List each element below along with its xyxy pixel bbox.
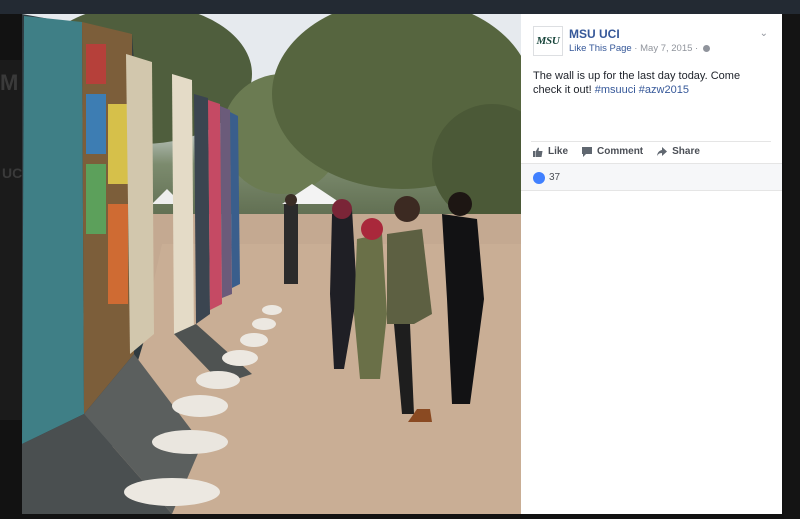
hashtag-link[interactable]: #msuuci <box>595 84 636 96</box>
background-page-left: M UC <box>0 60 22 420</box>
background-text-2: UC <box>2 165 23 181</box>
chevron-down-icon[interactable]: ⌄ <box>760 28 768 39</box>
photo-scene <box>22 14 521 514</box>
post-date[interactable]: May 7, 2015 <box>640 43 692 54</box>
top-navigation-bar <box>0 0 800 14</box>
post-actions: Like Comment Share <box>533 146 700 157</box>
background-text-1: M <box>0 70 19 95</box>
thumbs-up-icon <box>533 147 543 157</box>
share-icon <box>657 146 668 156</box>
post-panel: MSU MSU UCI Like This Page · May 7, 2015… <box>521 14 782 514</box>
globe-icon <box>702 45 710 52</box>
avatar-logo-text: MSU <box>536 35 560 47</box>
background-page-right <box>784 14 800 519</box>
comment-button[interactable]: Comment <box>582 146 643 157</box>
like-button-label: Like <box>548 146 569 157</box>
share-button-label: Share <box>672 146 700 157</box>
post-text: The wall is up for the last day today. C… <box>533 69 768 97</box>
page-avatar[interactable]: MSU <box>533 26 563 56</box>
like-button[interactable]: Like <box>533 146 568 157</box>
meta-separator-2: · <box>692 43 701 54</box>
comment-icon <box>582 146 593 157</box>
divider <box>531 141 771 142</box>
hashtag-link[interactable]: #azw2015 <box>639 84 689 96</box>
meta-separator: · <box>631 43 641 54</box>
like-count[interactable]: 37 <box>549 172 560 183</box>
post-body: The wall is up for the last day today. C… <box>533 70 741 96</box>
post-photo[interactable] <box>22 14 521 514</box>
like-page-link[interactable]: Like This Page <box>569 43 632 54</box>
page-name-link[interactable]: MSU UCI <box>569 27 620 41</box>
comment-button-label: Comment <box>597 146 644 157</box>
reactions-bar: 37 <box>521 163 782 191</box>
like-reaction-icon[interactable] <box>533 172 545 184</box>
share-button[interactable]: Share <box>657 146 700 157</box>
post-meta: Like This Page · May 7, 2015 · <box>569 43 710 54</box>
